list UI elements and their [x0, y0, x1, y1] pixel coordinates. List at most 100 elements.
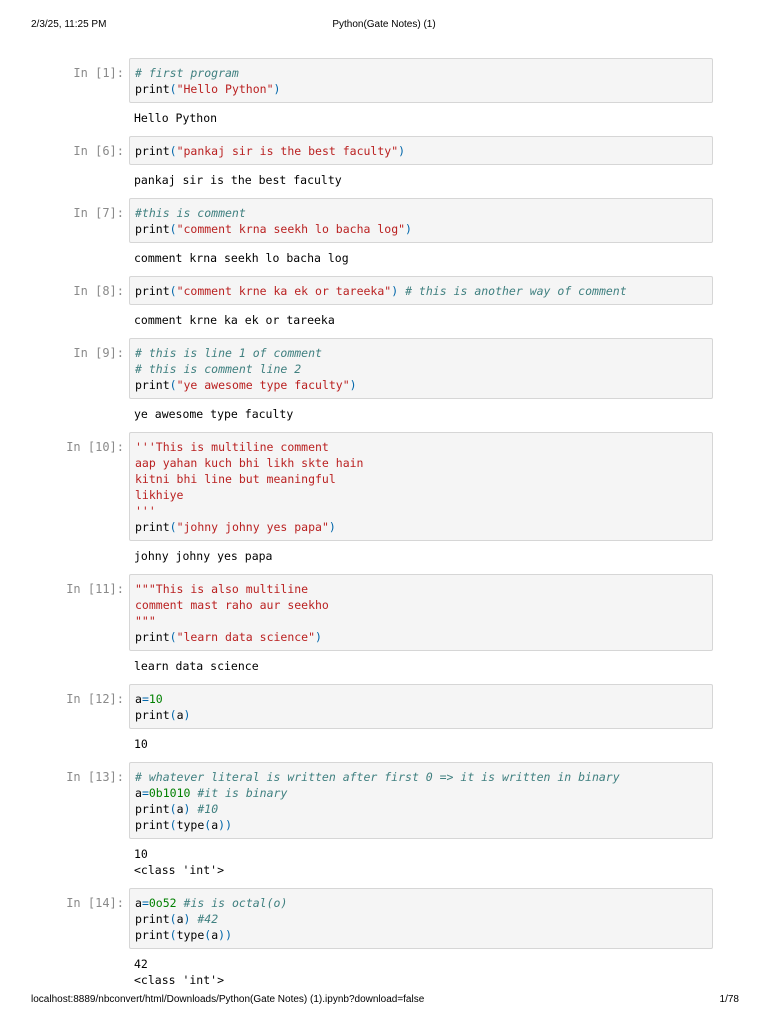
cell-prompt: In [6]:	[73, 144, 124, 158]
page-title: Python(Gate Notes) (1)	[332, 19, 436, 30]
code-token: likhiye	[135, 488, 184, 502]
code-input[interactable]: a=0o52 #is is octal(o) print(a) #42 print(…	[129, 888, 713, 949]
code-line: print("comment krna seekh lo bacha log")	[135, 221, 707, 237]
cell-output: 10	[134, 729, 768, 752]
code-line: print("Hello Python")	[135, 81, 707, 97]
notebook-cells: In [1]: # first program print("Hello Pytho…	[0, 58, 768, 998]
code-input[interactable]: #this is comment print("comment krna seek…	[129, 198, 713, 243]
code-token: (	[169, 520, 177, 534]
code-input[interactable]: print("pankaj sir is the best faculty")	[129, 136, 713, 165]
code-token: "comment krne ka ek or tareeka"	[176, 284, 392, 298]
code-token: comment mast raho aur seekho	[135, 598, 329, 612]
code-token: )	[328, 520, 336, 534]
code-token: a	[176, 912, 184, 926]
code-line: # first program	[135, 65, 707, 81]
output-line: learn data science	[134, 659, 259, 673]
code-token: )	[398, 144, 406, 158]
code-token: #this is comment	[135, 206, 246, 220]
cell-output: johny johny yes papa	[134, 541, 768, 564]
cell-prompt: In [1]:	[73, 66, 124, 80]
code-token: ))	[218, 818, 232, 832]
code-line: print("comment krne ka ek or tareeka") #…	[135, 283, 707, 299]
cell-output: comment krna seekh lo bacha log	[134, 243, 768, 266]
code-token: )	[349, 378, 357, 392]
code-token: aap yahan kuch bhi likh skte hain	[135, 456, 364, 470]
code-input[interactable]: print("comment krne ka ek or tareeka") #…	[129, 276, 713, 305]
code-line: # whatever literal is written after firs…	[135, 769, 707, 785]
code-line: likhiye	[135, 487, 707, 503]
code-token: ))	[218, 928, 232, 942]
code-token: #42	[197, 912, 219, 926]
code-token: print	[135, 222, 170, 236]
code-line: # this is comment line 2	[135, 361, 707, 377]
code-token: (	[169, 82, 177, 96]
code-token: "Hello Python"	[176, 82, 274, 96]
code-token: type	[176, 818, 205, 832]
cell-prompt: In [13]:	[66, 770, 124, 784]
code-input[interactable]: '''This is multiline comment aap yahan ku…	[129, 432, 713, 541]
code-line: a=0b1010 #it is binary	[135, 785, 707, 801]
notebook-cell: In [13]: # whatever literal is written af…	[0, 762, 768, 878]
cell-output: Hello Python	[134, 103, 768, 126]
output-line: Hello Python	[134, 111, 218, 125]
code-token: # this is line 1 of comment	[135, 346, 322, 360]
output-line: <class 'int'>	[134, 863, 225, 877]
code-token: )	[183, 708, 191, 722]
code-input[interactable]: # this is line 1 of comment # this is com…	[129, 338, 713, 399]
code-line: print(type(a))	[135, 817, 707, 833]
code-token: a	[176, 802, 184, 816]
code-token: "learn data science"	[176, 630, 316, 644]
code-token: """	[135, 614, 156, 628]
code-token: print	[135, 912, 170, 926]
code-token: "ye awesome type faculty"	[176, 378, 350, 392]
code-line: kitni bhi line but meaningful	[135, 471, 707, 487]
code-line: """	[135, 613, 707, 629]
code-line: '''This is multiline comment	[135, 439, 707, 455]
cell-output: ye awesome type faculty	[134, 399, 768, 422]
cell-output: pankaj sir is the best faculty	[134, 165, 768, 188]
code-token: )	[273, 82, 281, 96]
code-token: 0b1010	[148, 786, 191, 800]
code-token: print	[135, 378, 170, 392]
code-token: a	[135, 896, 142, 910]
code-token: print	[135, 802, 170, 816]
notebook-cell: In [12]: a=10 print(a) 10	[0, 684, 768, 752]
output-line: johny johny yes papa	[134, 549, 273, 563]
code-token: "pankaj sir is the best faculty"	[176, 144, 399, 158]
code-token: a	[176, 708, 184, 722]
output-line: comment krne ka ek or tareeka	[134, 313, 335, 327]
output-line: ye awesome type faculty	[134, 407, 294, 421]
output-line: comment krna seekh lo bacha log	[134, 251, 349, 265]
output-line: <class 'int'>	[134, 973, 225, 987]
output-line: pankaj sir is the best faculty	[134, 173, 342, 187]
cell-prompt: In [7]:	[73, 206, 124, 220]
code-input[interactable]: """This is also multiline comment mast ra…	[129, 574, 713, 651]
code-token: #10	[197, 802, 219, 816]
code-line: a=10	[135, 691, 707, 707]
code-line: print(a) #10	[135, 801, 707, 817]
code-line: # this is line 1 of comment	[135, 345, 707, 361]
code-input[interactable]: a=10 print(a)	[129, 684, 713, 729]
code-token: print	[135, 708, 170, 722]
code-input[interactable]: # whatever literal is written after firs…	[129, 762, 713, 839]
code-token: (	[169, 708, 177, 722]
code-token: (	[169, 144, 177, 158]
code-token: a	[135, 786, 142, 800]
code-token: print	[135, 284, 170, 298]
output-line: 42	[134, 957, 148, 971]
code-line: a=0o52 #is is octal(o)	[135, 895, 707, 911]
code-token: (	[169, 928, 177, 942]
notebook-cell: In [14]: a=0o52 #is is octal(o) print(a) #…	[0, 888, 768, 988]
page-number: 1/78	[719, 994, 739, 1005]
notebook-cell: In [11]: """This is also multiline comment…	[0, 574, 768, 674]
code-line: print(type(a))	[135, 927, 707, 943]
code-token: #it is binary	[197, 786, 288, 800]
code-token: (	[169, 284, 177, 298]
code-input[interactable]: # first program print("Hello Python")	[129, 58, 713, 103]
code-token: 10	[148, 692, 163, 706]
code-token: print	[135, 818, 170, 832]
code-line: """This is also multiline	[135, 581, 707, 597]
code-token: print	[135, 144, 170, 158]
code-token: a	[135, 692, 142, 706]
